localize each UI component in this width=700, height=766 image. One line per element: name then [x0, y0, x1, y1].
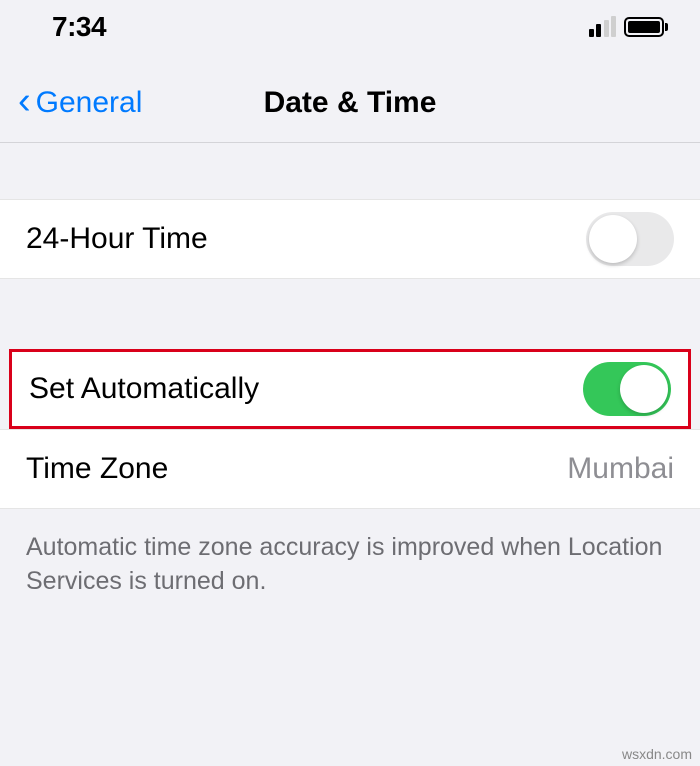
highlight-annotation: Set Automatically [9, 349, 691, 429]
status-time: 7:34 [52, 11, 106, 43]
watermark: wsxdn.com [622, 746, 692, 762]
cellular-signal-icon [589, 17, 617, 37]
time-zone-value: Mumbai [567, 452, 674, 486]
back-button[interactable]: ‹ General [18, 86, 142, 120]
status-icons [589, 17, 669, 37]
toggle-knob [589, 215, 637, 263]
chevron-left-icon: ‹ [18, 82, 31, 120]
toggle-set-automatically[interactable] [583, 362, 671, 416]
row-24-hour-time[interactable]: 24-Hour Time [0, 199, 700, 279]
toggle-24-hour-time[interactable] [586, 212, 674, 266]
back-label: General [36, 86, 143, 120]
battery-icon [624, 17, 668, 37]
nav-bar: ‹ General Date & Time [0, 50, 700, 143]
row-time-zone[interactable]: Time Zone Mumbai [0, 429, 700, 509]
row-label: Set Automatically [29, 372, 259, 406]
status-bar: 7:34 [0, 0, 700, 50]
footer-note: Automatic time zone accuracy is improved… [0, 509, 700, 621]
toggle-knob [620, 365, 668, 413]
row-label: Time Zone [26, 452, 168, 486]
row-set-automatically[interactable]: Set Automatically [12, 352, 688, 426]
row-label: 24-Hour Time [26, 222, 208, 256]
